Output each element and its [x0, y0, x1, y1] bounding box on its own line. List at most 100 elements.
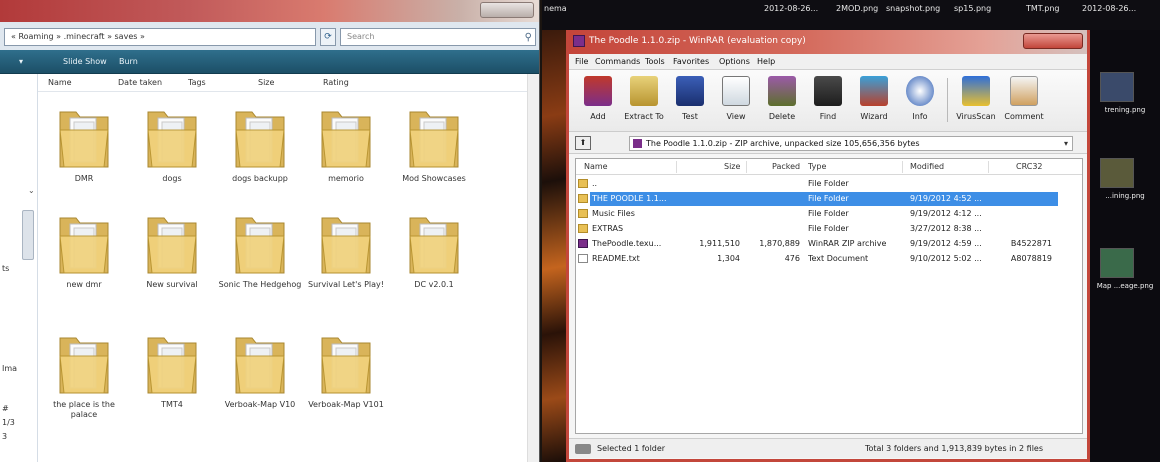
- desktop-label[interactable]: nema: [544, 4, 567, 13]
- file-row[interactable]: EXTRAS File Folder 3/27/2012 8:38 ...: [576, 222, 1082, 236]
- find-button[interactable]: Find: [805, 74, 851, 130]
- file-row[interactable]: README.txt 1,304 476 Text Document 9/10/2012…: [576, 252, 1082, 266]
- navigation-pane[interactable]: ⌄ ts Ima # 1/3 3: [0, 74, 38, 462]
- column-name[interactable]: Name: [48, 78, 72, 87]
- archive-path[interactable]: The Poodle 1.1.0.zip - ZIP archive, unpa…: [629, 136, 1073, 151]
- desktop-file-label[interactable]: sp15.png: [954, 4, 991, 13]
- burn-button[interactable]: Burn: [114, 55, 143, 69]
- status-left: Selected 1 folder: [597, 444, 666, 453]
- nav-label[interactable]: 1/3: [2, 418, 15, 427]
- nav-label[interactable]: 3: [2, 432, 7, 441]
- file-row[interactable]: .. File Folder: [576, 177, 1082, 191]
- column-divider[interactable]: [988, 161, 989, 173]
- view-button[interactable]: View: [713, 74, 759, 130]
- column-date-taken[interactable]: Date taken: [118, 78, 162, 87]
- search-placeholder: Search: [347, 32, 375, 41]
- comment-button[interactable]: Comment: [1001, 74, 1047, 130]
- folder-item[interactable]: DMR: [40, 102, 128, 222]
- menu-options[interactable]: Options: [719, 57, 750, 66]
- desktop-file-label[interactable]: 2012-08-26...: [1082, 4, 1136, 13]
- test-button[interactable]: Test: [667, 74, 713, 130]
- search-input[interactable]: Search ⚲: [340, 28, 536, 46]
- folder-item[interactable]: dogs: [128, 102, 216, 222]
- column-rating[interactable]: Rating: [323, 78, 349, 87]
- column-tags[interactable]: Tags: [188, 78, 206, 87]
- winrar-titlebar[interactable]: The Poodle 1.1.0.zip - WinRAR (evaluatio…: [569, 30, 1087, 54]
- column-packed[interactable]: Packed: [772, 162, 800, 171]
- nav-scrollbar[interactable]: [22, 210, 34, 260]
- menu-file[interactable]: File: [575, 57, 588, 66]
- desktop-file-label[interactable]: trening.png: [1094, 106, 1156, 115]
- folder-item[interactable]: dogs backupp: [216, 102, 304, 222]
- explorer-titlebar[interactable]: [0, 0, 539, 22]
- comment-icon: [1010, 76, 1038, 106]
- folder-item[interactable]: the place is the palace: [40, 328, 128, 448]
- file-row[interactable]: ThePoodle.texu... 1,911,510 1,870,889 WinRA…: [576, 237, 1082, 251]
- file-row[interactable]: THE POODLE 1.1... File Folder 9/19/2012 4:…: [576, 192, 1082, 206]
- menu-favorites[interactable]: Favorites: [673, 57, 709, 66]
- column-divider[interactable]: [746, 161, 747, 173]
- organize-arrow-icon[interactable]: ▾: [14, 55, 28, 69]
- refresh-icon[interactable]: ⟳: [320, 28, 336, 46]
- folder-icon: [406, 212, 462, 276]
- folder-icon: [578, 209, 588, 218]
- folder-item[interactable]: TMT4: [128, 328, 216, 448]
- column-divider[interactable]: [676, 161, 677, 173]
- window-controls[interactable]: [1023, 33, 1083, 49]
- folder-name: Verboak-Map V10: [224, 400, 296, 409]
- nav-label[interactable]: Ima: [2, 364, 17, 373]
- desktop-file-label[interactable]: snapshot.png: [886, 4, 940, 13]
- column-crc32[interactable]: CRC32: [1016, 162, 1043, 171]
- tool-label: Comment: [1004, 112, 1044, 121]
- folder-item[interactable]: Survival Let's Play!: [302, 208, 390, 328]
- desktop-top-strip: nema 2012-08-26... 2MOD.png snapshot.png…: [542, 0, 1160, 30]
- info-button[interactable]: Info: [897, 74, 943, 130]
- desktop-file-label[interactable]: Map ...eage.png: [1094, 282, 1156, 291]
- folder-item[interactable]: new dmr: [40, 208, 128, 328]
- image-file-icon[interactable]: [1100, 248, 1134, 278]
- folder-item[interactable]: Mod Showcases: [390, 102, 478, 222]
- nav-label[interactable]: #: [2, 404, 9, 413]
- desktop-file-label[interactable]: ...ining.png: [1094, 192, 1156, 201]
- folder-item[interactable]: DC v2.0.1: [390, 208, 478, 328]
- image-file-icon[interactable]: [1100, 158, 1134, 188]
- up-one-level-icon[interactable]: ⬆: [575, 136, 591, 150]
- menu-tools[interactable]: Tools: [645, 57, 665, 66]
- image-file-icon[interactable]: [1100, 72, 1134, 102]
- chevron-down-icon[interactable]: ⌄: [28, 186, 35, 195]
- wizard-button[interactable]: Wizard: [851, 74, 897, 130]
- file-list[interactable]: Name Size Packed Type Modified CRC32 .. F…: [575, 158, 1083, 434]
- folder-item[interactable]: Sonic The Hedgehog: [216, 208, 304, 328]
- extract-to-button[interactable]: Extract To: [621, 74, 667, 130]
- chevron-down-icon[interactable]: ▾: [1064, 137, 1068, 150]
- desktop-file-label[interactable]: 2MOD.png: [836, 4, 878, 13]
- address-bar[interactable]: « Roaming » .minecraft » saves »: [4, 28, 316, 46]
- slideshow-button[interactable]: Slide Show: [58, 55, 112, 69]
- delete-button[interactable]: Delete: [759, 74, 805, 130]
- folder-item[interactable]: memorio: [302, 102, 390, 222]
- info-icon: [906, 76, 934, 106]
- file-row[interactable]: Music Files File Folder 9/19/2012 4:12 ...: [576, 207, 1082, 221]
- add-button[interactable]: Add: [575, 74, 621, 130]
- column-name[interactable]: Name: [584, 162, 608, 171]
- column-modified[interactable]: Modified: [910, 162, 944, 171]
- folder-item[interactable]: Verboak-Map V10: [216, 328, 304, 448]
- content-scrollbar[interactable]: [527, 74, 539, 462]
- menu-commands[interactable]: Commands: [595, 57, 640, 66]
- search-icon[interactable]: ⚲: [525, 30, 532, 46]
- virusscan-button[interactable]: VirusScan: [953, 74, 999, 130]
- window-buttons[interactable]: [480, 2, 534, 18]
- archive-path-text: The Poodle 1.1.0.zip - ZIP archive, unpa…: [646, 139, 920, 148]
- folder-item[interactable]: New survival: [128, 208, 216, 328]
- folder-name: DMR: [74, 174, 94, 183]
- column-type[interactable]: Type: [808, 162, 826, 171]
- column-divider[interactable]: [902, 161, 903, 173]
- column-size[interactable]: Size: [258, 78, 274, 87]
- desktop-file-label[interactable]: TMT.png: [1026, 4, 1060, 13]
- tool-label: Delete: [768, 112, 796, 121]
- menu-help[interactable]: Help: [757, 57, 775, 66]
- folder-item[interactable]: Verboak-Map V101: [302, 328, 390, 448]
- column-size[interactable]: Size: [724, 162, 740, 171]
- desktop-file-label[interactable]: 2012-08-26...: [764, 4, 818, 13]
- nav-label[interactable]: ts: [2, 264, 9, 273]
